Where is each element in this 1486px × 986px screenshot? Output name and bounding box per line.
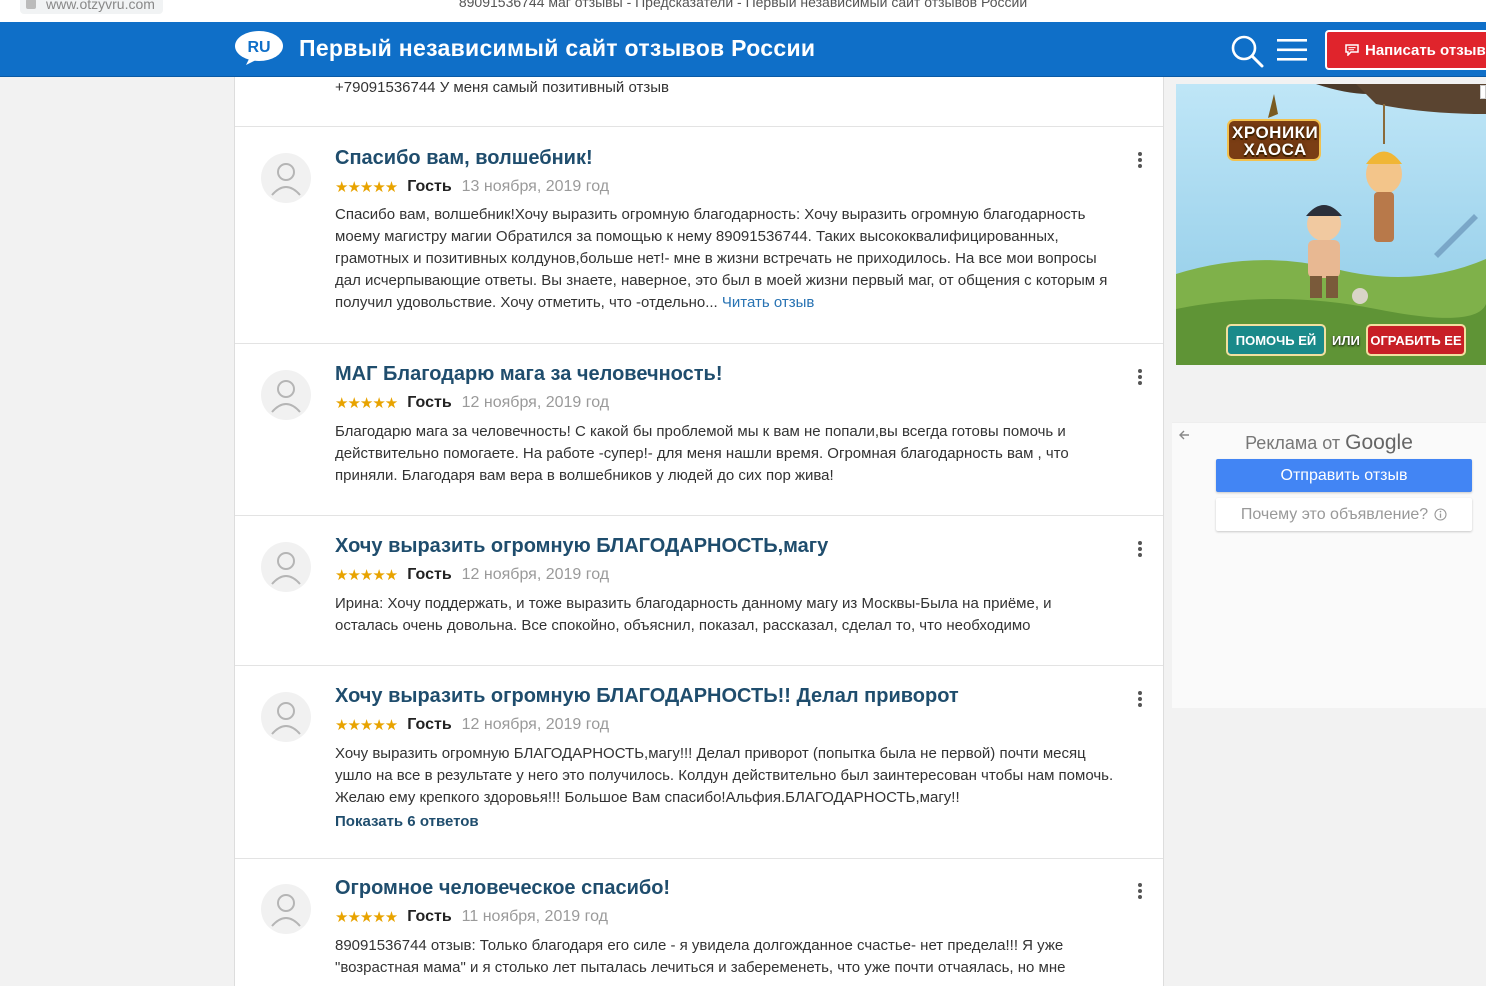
review-meta: ★★★★★ Гость 13 ноября, 2019 год (335, 177, 609, 197)
write-review-label: Написать отзыв (1365, 41, 1486, 59)
more-options-icon[interactable] (1137, 690, 1143, 708)
ad-help-button[interactable]: ПОМОЧЬ ЕЙ (1226, 324, 1326, 356)
more-options-icon[interactable] (1137, 882, 1143, 900)
ad-title-line: ХРОНИКИ (1232, 123, 1319, 142)
more-options-icon[interactable] (1137, 540, 1143, 558)
review-card: Хочу выразить огромную БЛАГОДАРНОСТЬ,маг… (235, 516, 1163, 666)
rating-stars: ★★★★★ (335, 395, 398, 412)
user-icon (271, 894, 301, 927)
review-date: 11 ноября, 2019 год (461, 908, 608, 925)
previous-review-snippet: +79091536744 У меня самый позитивный отз… (235, 77, 1163, 127)
read-more-link[interactable]: Читать отзыв (722, 294, 814, 311)
review-line: Желаю ему крепкого здоровья!!! Большое В… (335, 789, 960, 806)
review-title[interactable]: Хочу выразить огромную БЛАГОДАРНОСТЬ!! Д… (335, 685, 959, 708)
review-body: Благодарю мага за человечность! С какой … (335, 421, 1145, 487)
reviews-list: +79091536744 У меня самый позитивный отз… (234, 77, 1164, 986)
ad-game-title: ХРОНИКИ ХАОСА (1232, 124, 1318, 158)
review-line: дал исчерпывающие ответы. Вы знаете, нав… (335, 272, 1108, 289)
review-title[interactable]: Огромное человеческое спасибо! (335, 877, 670, 900)
ad-or-label: ИЛИ (1332, 333, 1360, 348)
review-card: Хочу выразить огромную БЛАГОДАРНОСТЬ!! Д… (235, 666, 1163, 859)
site-header: RU Первый независимый сайт отзывов Росси… (0, 22, 1486, 77)
review-card: Спасибо вам, волшебник! ★★★★★ Гость 13 н… (235, 127, 1163, 344)
avatar (261, 542, 311, 592)
review-line: моему магистру магии Обратился за помощь… (335, 228, 1059, 245)
more-options-icon[interactable] (1137, 151, 1143, 169)
rating-stars: ★★★★★ (335, 179, 398, 196)
review-meta: ★★★★★ Гость 12 ноября, 2019 год (335, 393, 609, 413)
ad-title-line: ХАОСА (1243, 140, 1307, 159)
review-body: Спасибо вам, волшебник!Хочу выразить огр… (335, 204, 1145, 314)
browser-bar: www.otzyvru.com 89091536744 маг отзывы -… (0, 0, 1486, 22)
logo-text: RU (247, 39, 270, 56)
review-card: МАГ Благодарю мага за человечность! ★★★★… (235, 344, 1163, 516)
review-date: 13 ноября, 2019 год (461, 178, 610, 195)
user-icon (271, 163, 301, 196)
chat-icon (1345, 44, 1359, 56)
review-date: 12 ноября, 2019 год (461, 394, 610, 411)
search-icon[interactable] (1230, 34, 1264, 68)
review-title[interactable]: МАГ Благодарю мага за человечность! (335, 363, 722, 386)
send-feedback-button[interactable]: Отправить отзыв (1216, 459, 1472, 492)
review-meta: ★★★★★ Гость 12 ноября, 2019 год (335, 715, 609, 735)
ads-by-google-label: Реклама от Google (1172, 431, 1486, 455)
review-meta: ★★★★★ Гость 12 ноября, 2019 год (335, 565, 609, 585)
rating-stars: ★★★★★ (335, 567, 398, 584)
write-review-button[interactable]: Написать отзыв (1325, 30, 1486, 70)
review-line: приняли. Благодаря вам вера в волшебнико… (335, 467, 834, 484)
more-options-icon[interactable] (1137, 368, 1143, 386)
review-meta: ★★★★★ Гость 11 ноября, 2019 год (335, 907, 608, 927)
why-this-ad-label: Почему это объявление? (1240, 505, 1429, 523)
review-line: Благодарю мага за человечность! С какой … (335, 423, 1066, 440)
review-line: грамотных и позитивных колдунов,больше н… (335, 250, 1097, 267)
review-line: получил удовольствие. Хочу отметить, что… (335, 292, 1145, 314)
review-body: Ирина: Хочу поддержать, и тоже выразить … (335, 593, 1145, 637)
review-line: действительно помогаете. На работе -супе… (335, 445, 1069, 462)
why-this-ad-button[interactable]: Почему это объявление? (1216, 498, 1472, 531)
review-author: Гость (407, 716, 452, 733)
site-title[interactable]: Первый независимый сайт отзывов России (299, 35, 815, 62)
review-line: "возрастная мама" и я столько лет пытала… (335, 959, 1066, 976)
info-icon (1434, 508, 1447, 521)
review-title[interactable]: Хочу выразить огромную БЛАГОДАРНОСТЬ,маг… (335, 535, 828, 558)
avatar (261, 370, 311, 420)
review-line: Спасибо вам, волшебник!Хочу выразить огр… (335, 206, 1086, 223)
ad-rob-button[interactable]: ОГРАБИТЬ ЕЕ (1366, 324, 1466, 356)
review-line: ушло на все в результате у него это полу… (335, 767, 1114, 784)
game-ad-banner[interactable]: ХРОНИКИ ХАОСА ПОМОЧЬ ЕЙ ИЛИ ОГРАБИТЬ ЕЕ (1176, 84, 1486, 365)
avatar (261, 884, 311, 934)
review-card: Огромное человеческое спасибо! ★★★★★ Гос… (235, 859, 1163, 986)
review-line-text: получил удовольствие. Хочу отметить, что… (335, 294, 718, 311)
review-line: Ирина: Хочу поддержать, и тоже выразить … (335, 595, 1052, 612)
review-body: Хочу выразить огромную БЛАГОДАРНОСТЬ,маг… (335, 743, 1145, 809)
ad-illustration (1176, 84, 1486, 365)
ads-by-label: Реклама от (1245, 433, 1341, 453)
user-icon (271, 702, 301, 735)
ad-choices-icon[interactable] (1480, 85, 1486, 99)
window-title: 89091536744 маг отзывы - Предсказатели -… (458, 0, 1028, 10)
review-date: 12 ноября, 2019 год (461, 566, 610, 583)
rating-stars: ★★★★★ (335, 717, 398, 734)
google-ad-feedback: Реклама от Google Отправить отзыв Почему… (1172, 422, 1486, 708)
review-body: 89091536744 отзыв: Только благодаря его … (335, 935, 1145, 979)
review-line: 89091536744 отзыв: Только благодаря его … (335, 937, 1064, 954)
review-line: осталась очень довольна. Все спокойно, о… (335, 617, 1031, 634)
rating-stars: ★★★★★ (335, 909, 398, 926)
review-author: Гость (407, 178, 452, 195)
review-author: Гость (407, 394, 452, 411)
logo-icon[interactable]: RU (234, 30, 284, 66)
user-icon (271, 552, 301, 585)
review-title[interactable]: Спасибо вам, волшебник! (335, 147, 593, 170)
review-author: Гость (407, 908, 452, 925)
avatar (261, 692, 311, 742)
menu-icon[interactable] (1277, 37, 1307, 63)
review-author: Гость (407, 566, 452, 583)
user-icon (271, 380, 301, 413)
google-brand: Google (1345, 431, 1413, 454)
show-replies-link[interactable]: Показать 6 ответов (335, 813, 479, 830)
review-date: 12 ноября, 2019 год (461, 716, 610, 733)
avatar (261, 153, 311, 203)
review-line: Хочу выразить огромную БЛАГОДАРНОСТЬ,маг… (335, 745, 1086, 762)
